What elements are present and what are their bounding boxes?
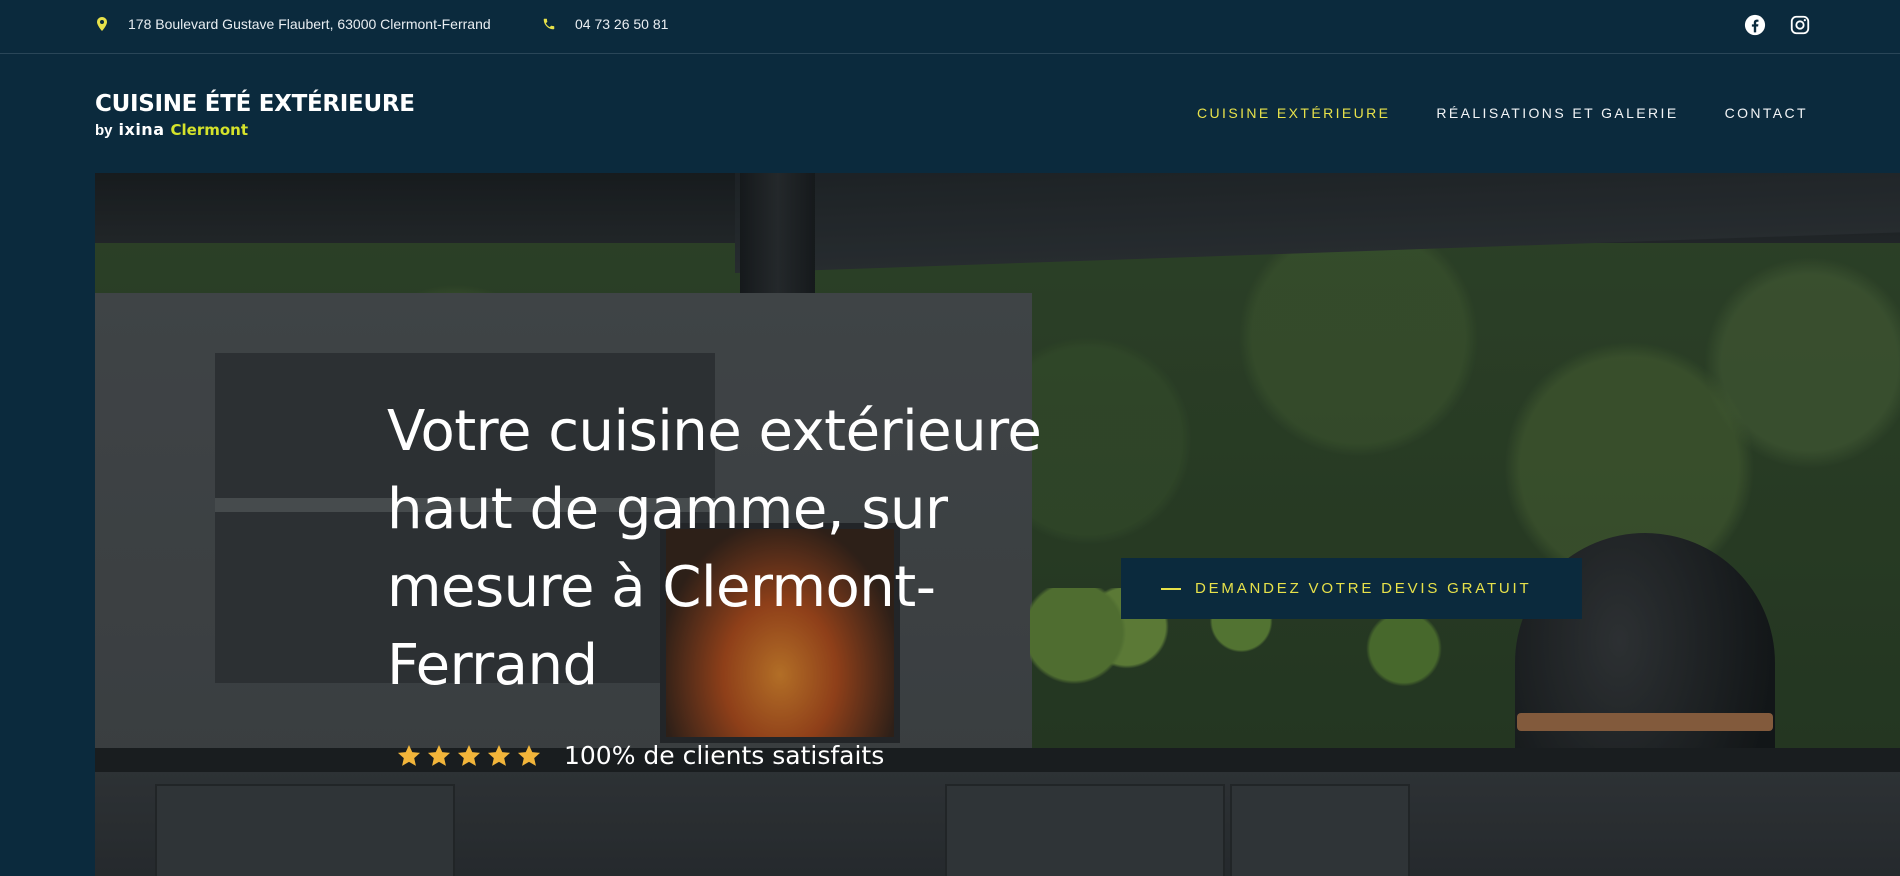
logo-brand: ixina — [118, 120, 165, 139]
quote-request-label: DEMANDEZ VOTRE DEVIS GRATUIT — [1195, 580, 1532, 597]
star-icon — [427, 744, 451, 766]
rating-stars — [396, 743, 542, 769]
logo-by: by — [95, 122, 113, 139]
dash-icon — [1161, 587, 1181, 590]
instagram-icon[interactable] — [1789, 14, 1811, 36]
rating: 100% de clients satisfaits — [396, 741, 884, 770]
top-info-bar: 178 Boulevard Gustave Flaubert, 63000 Cl… — [0, 0, 1900, 54]
map-pin-icon — [95, 16, 109, 32]
site-logo[interactable]: CUISINE ÉTÉ EXTÉRIEURE by ixina Clermont — [95, 91, 415, 140]
rating-text: 100% de clients satisfaits — [564, 741, 885, 770]
phone-icon — [542, 16, 556, 32]
address: 178 Boulevard Gustave Flaubert, 63000 Cl… — [95, 16, 491, 32]
logo-title: CUISINE ÉTÉ EXTÉRIEURE — [95, 91, 415, 117]
star-icon — [457, 744, 481, 766]
nav-item-realisations[interactable]: RÉALISATIONS ET GALERIE — [1436, 105, 1678, 121]
logo-city: Clermont — [170, 121, 249, 139]
quote-request-button[interactable]: DEMANDEZ VOTRE DEVIS GRATUIT — [1121, 558, 1582, 619]
star-icon — [397, 744, 421, 766]
logo-subtitle: by ixina Clermont — [95, 120, 415, 139]
star-icon — [487, 744, 511, 766]
nav-item-contact[interactable]: CONTACT — [1725, 105, 1808, 121]
hero-banner: Votre cuisine extérieure haut de gamme, … — [95, 173, 1900, 876]
hero-title: Votre cuisine extérieure haut de gamme, … — [387, 399, 1042, 698]
address-text: 178 Boulevard Gustave Flaubert, 63000 Cl… — [128, 16, 491, 32]
main-header: CUISINE ÉTÉ EXTÉRIEURE by ixina Clermont… — [0, 55, 1900, 173]
main-nav: CUISINE EXTÉRIEURE RÉALISATIONS ET GALER… — [1197, 105, 1808, 121]
phone[interactable]: 04 73 26 50 81 — [542, 16, 668, 32]
facebook-icon[interactable] — [1744, 14, 1766, 36]
phone-text[interactable]: 04 73 26 50 81 — [575, 16, 668, 32]
nav-item-cuisine-exterieure[interactable]: CUISINE EXTÉRIEURE — [1197, 105, 1390, 121]
star-icon — [517, 744, 541, 766]
